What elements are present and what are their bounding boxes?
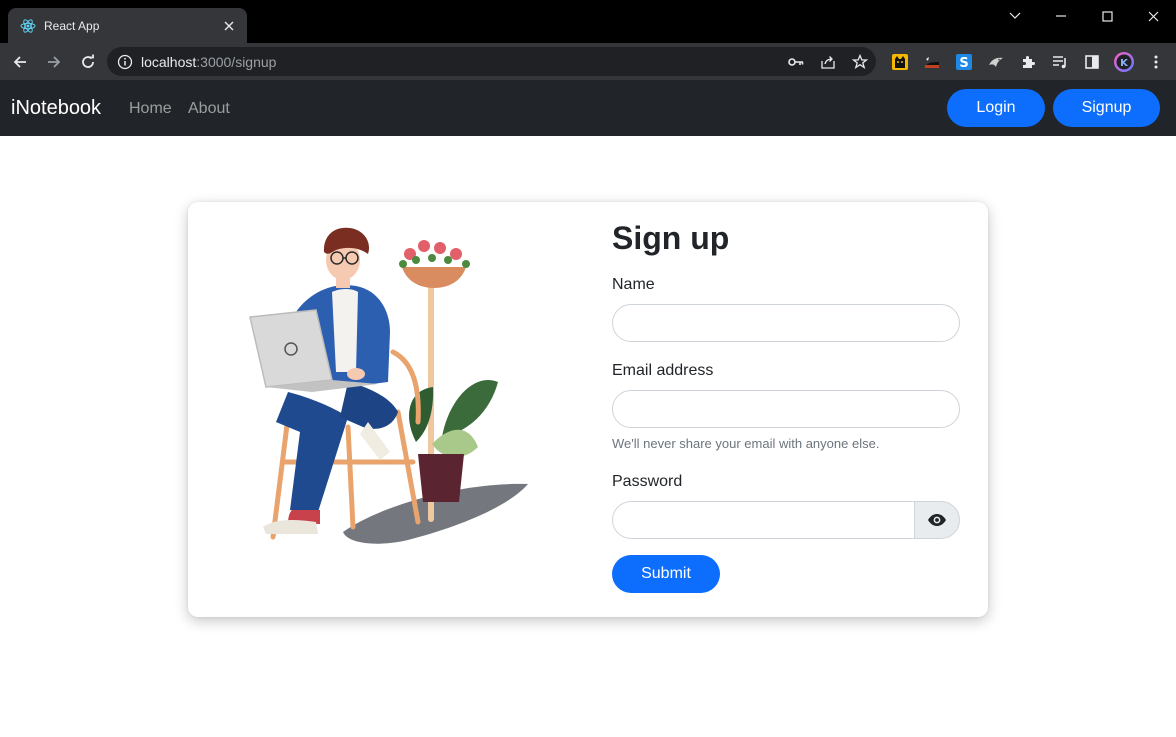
bird-extension-icon[interactable]	[980, 47, 1012, 76]
close-window-icon[interactable]	[1130, 0, 1176, 32]
svg-text:K: K	[1120, 58, 1129, 69]
submit-button[interactable]: Submit	[612, 555, 720, 593]
window-controls	[992, 0, 1176, 32]
minimize-icon[interactable]	[1038, 0, 1084, 32]
url-host: localhost	[141, 53, 197, 70]
app-navbar: iNotebook Home About Login Signup	[0, 80, 1176, 136]
bookmark-star-icon[interactable]	[844, 47, 876, 76]
nav-link-home[interactable]: Home	[129, 100, 172, 118]
cat-extension-icon[interactable]	[884, 47, 916, 76]
email-input[interactable]	[612, 390, 960, 428]
svg-text:S: S	[959, 56, 968, 71]
maximize-icon[interactable]	[1084, 0, 1130, 32]
close-tab-icon[interactable]	[219, 16, 239, 36]
signup-title: Sign up	[612, 220, 730, 256]
tab-search-icon[interactable]	[992, 0, 1038, 32]
name-input[interactable]	[612, 304, 960, 342]
browser-tab[interactable]: React App	[8, 8, 247, 43]
tab-title: React App	[44, 18, 100, 33]
nav-link-about[interactable]: About	[188, 100, 230, 118]
media-queue-icon[interactable]	[1044, 47, 1076, 76]
password-group	[612, 501, 960, 539]
puzzle-extensions-icon[interactable]	[1012, 47, 1044, 76]
more-menu-icon[interactable]	[1140, 47, 1172, 76]
site-info-icon[interactable]	[117, 54, 133, 70]
show-password-eye-icon[interactable]	[914, 501, 960, 539]
password-input[interactable]	[612, 501, 915, 539]
signup-card: Sign up Name Email address We'll never s…	[188, 202, 988, 617]
name-label: Name	[612, 276, 655, 293]
url-path: :3000/signup	[196, 53, 277, 70]
extensions-area: S K	[884, 47, 1172, 76]
browser-titlebar: React App	[0, 0, 1176, 43]
signup-button[interactable]: Signup	[1053, 89, 1160, 127]
share-icon[interactable]	[812, 47, 844, 76]
password-label: Password	[612, 473, 683, 490]
side-panel-icon[interactable]	[1076, 47, 1108, 76]
reload-icon[interactable]	[72, 46, 104, 78]
navbar-brand[interactable]: iNotebook	[11, 97, 101, 120]
key-icon[interactable]	[780, 47, 812, 76]
profile-avatar-icon[interactable]: K	[1108, 47, 1140, 76]
signup-illustration	[249, 227, 528, 544]
browser-toolbar: localhost:3000/signup S K	[0, 43, 1176, 80]
s-extension-icon[interactable]: S	[948, 47, 980, 76]
react-icon	[20, 18, 36, 34]
email-label: Email address	[612, 362, 714, 379]
address-bar[interactable]: localhost:3000/signup	[107, 47, 876, 76]
forward-arrow-icon[interactable]	[38, 46, 70, 78]
login-button[interactable]: Login	[947, 89, 1045, 127]
back-arrow-icon[interactable]	[4, 46, 36, 78]
url-text[interactable]: localhost:3000/signup	[141, 54, 780, 70]
dark-mode-extension-icon[interactable]	[916, 47, 948, 76]
email-help-text: We'll never share your email with anyone…	[612, 436, 880, 451]
